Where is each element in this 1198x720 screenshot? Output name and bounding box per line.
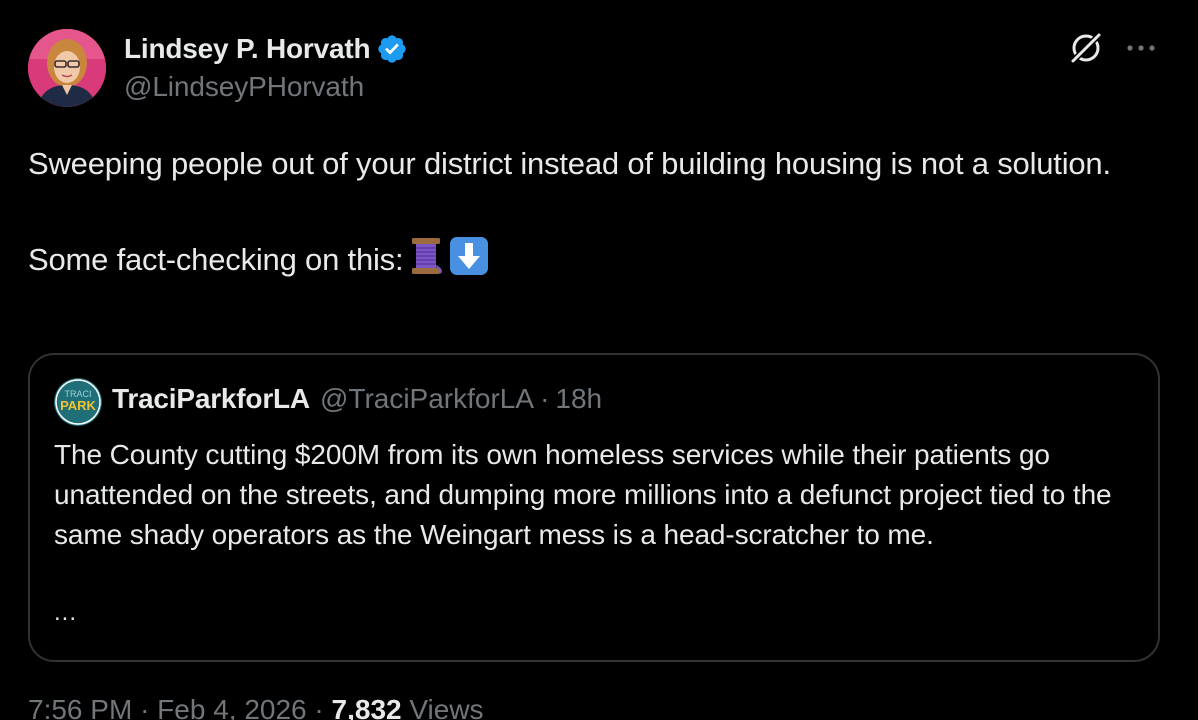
thread-spool-icon (407, 236, 445, 276)
author-handle[interactable]: @LindseyPHorvath (124, 71, 364, 103)
quoted-author-handle[interactable]: @TraciParkforLA (320, 383, 534, 415)
author-avatar[interactable] (28, 29, 106, 107)
meta-separator: · (314, 694, 324, 720)
views-count: 7,832 (331, 694, 402, 720)
more-options-icon[interactable] (1124, 33, 1158, 63)
author-display-name[interactable]: Lindsey P. Horvath (124, 33, 371, 65)
grok-icon[interactable] (1066, 28, 1106, 68)
quoted-tweet-text: The County cutting $200M from its own ho… (54, 439, 1112, 550)
tweet: Lindsey P. Horvath @LindseyPHorvath Swee… (0, 0, 1198, 720)
author-name-row: Lindsey P. Horvath (124, 30, 408, 68)
views-label: Views (409, 694, 484, 720)
quoted-tweet-truncation: ... (54, 599, 78, 626)
quoted-avatar-text-bottom: PARK (60, 398, 96, 413)
quoted-timestamp[interactable]: 18h (555, 383, 602, 415)
tweet-text: Sweeping people out of your district ins… (28, 140, 1158, 284)
tweet-text-line-2: Some fact-checking on this: (28, 236, 1158, 284)
down-arrow-icon (449, 236, 489, 276)
quoted-separator: · (540, 383, 550, 414)
verified-badge-icon (376, 33, 408, 65)
quoted-author-name[interactable]: TraciParkforLA (112, 383, 310, 415)
quoted-tweet-card[interactable]: TRACI PARK TraciParkforLA @TraciParkforL… (28, 353, 1160, 662)
quoted-author-avatar[interactable]: TRACI PARK (54, 378, 102, 426)
tweet-text-line-2-text: Some fact-checking on this: (28, 242, 404, 277)
tweet-text-line-1: Sweeping people out of your district ins… (28, 146, 1111, 181)
tweet-date[interactable]: Feb 4, 2026 (157, 694, 306, 720)
tweet-time[interactable]: 7:56 PM (28, 694, 132, 720)
meta-separator: · (140, 694, 150, 720)
quoted-tweet-header: TraciParkforLA @TraciParkforLA · 18h (112, 383, 602, 415)
tweet-meta: 7:56 PM · Feb 4, 2026 · 7,832 Views (28, 694, 484, 720)
